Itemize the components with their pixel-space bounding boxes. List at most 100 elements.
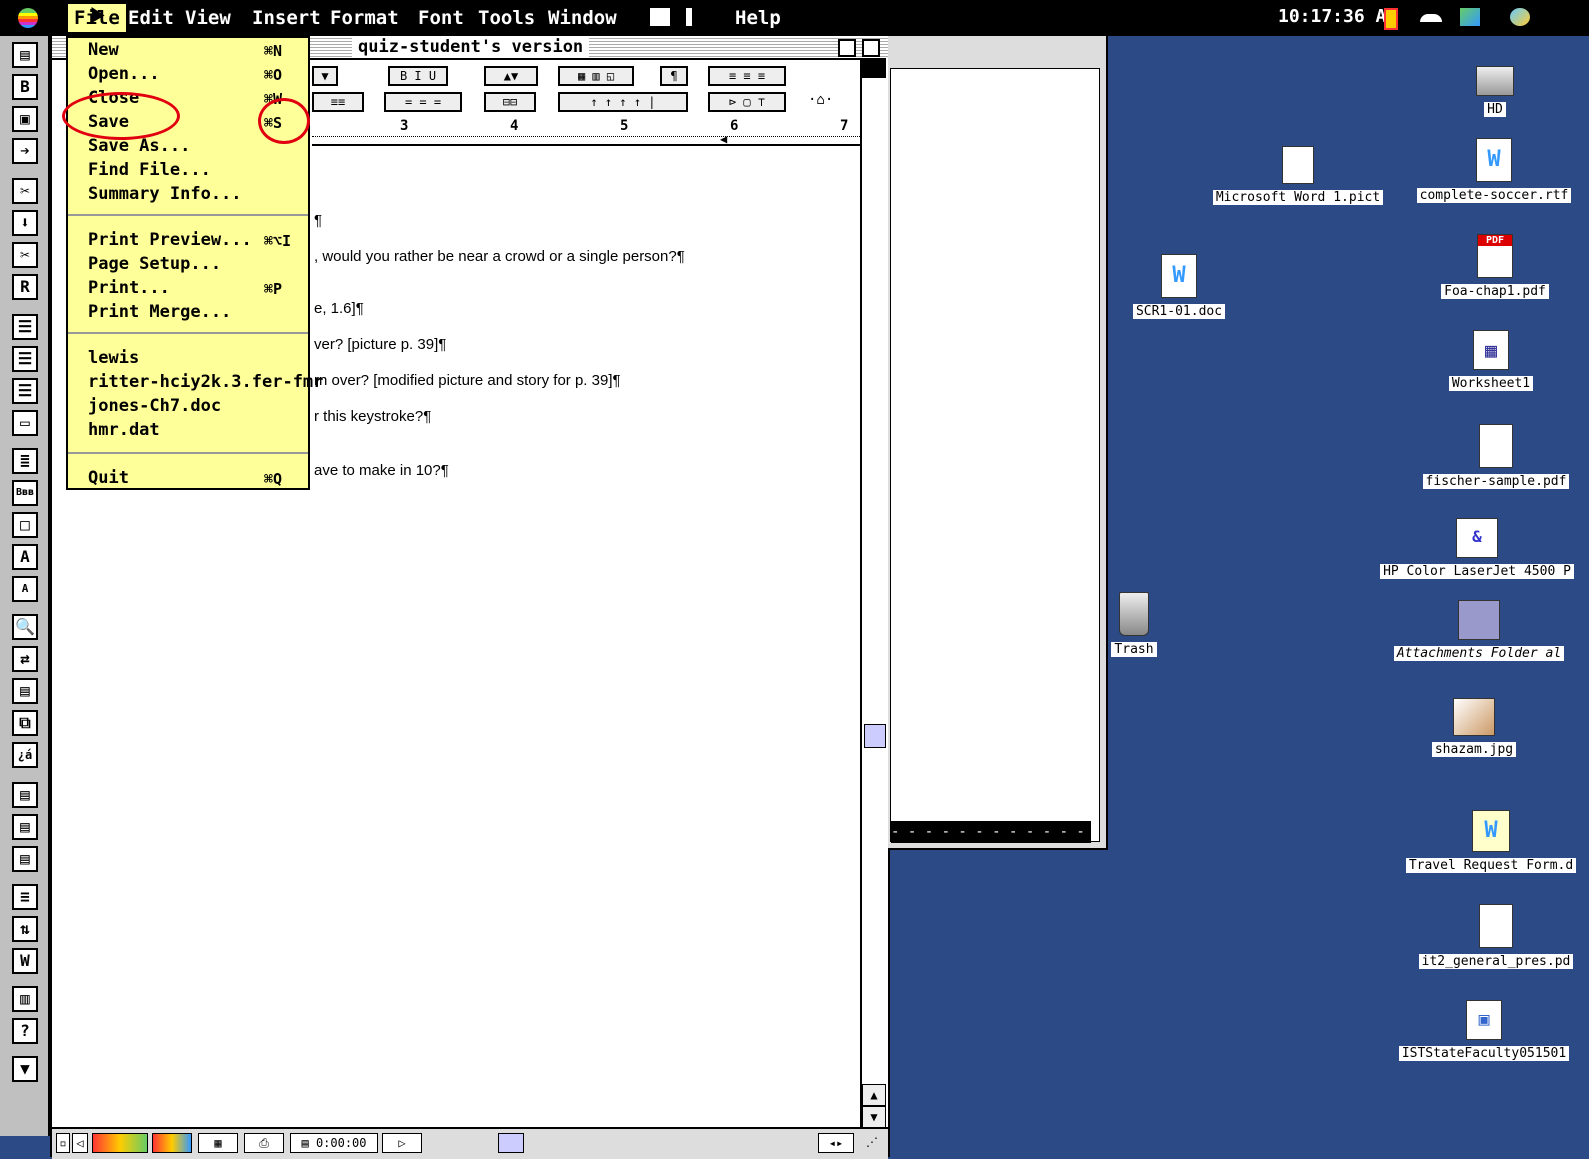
recent-file-item[interactable]: ritter-hciy2k.3.fer-fmr — [88, 372, 323, 392]
bold-tool-button[interactable]: B — [12, 74, 38, 100]
align-buttons[interactable]: ≡≡ — [312, 92, 364, 112]
show-paragraph-icon[interactable]: ¶ — [660, 66, 688, 86]
desktop-icon-travel[interactable]: W Travel Request Form.d — [1396, 810, 1586, 873]
recent-file-item[interactable]: hmr.dat — [88, 420, 160, 440]
list-icon[interactable]: ☰ — [12, 314, 38, 340]
desktop-icon-fischer[interactable]: fischer-sample.pdf — [1416, 424, 1576, 489]
frame-icon[interactable]: □ — [12, 512, 38, 538]
view-toggle-icon[interactable]: ▫ — [56, 1133, 70, 1153]
scroll-down-arrow-icon[interactable]: ▼ — [862, 1106, 886, 1128]
scripts-menu-icon[interactable] — [686, 8, 700, 26]
desktop-icon-hd[interactable]: HD — [1440, 66, 1550, 117]
field-icon[interactable]: ▭ — [12, 410, 38, 436]
elapsed-time[interactable]: ▤ 0:00:00 — [290, 1133, 378, 1153]
desktop-icon-pict[interactable]: Microsoft Word 1.pict — [1208, 146, 1388, 205]
font-smaller-button[interactable]: A — [12, 576, 38, 602]
menu-insert[interactable]: Insert — [252, 7, 321, 29]
menubar-clock[interactable]: 10:17:36 AM — [1278, 6, 1397, 27]
menu-item-new[interactable]: New — [88, 40, 119, 60]
work-menu-icon[interactable] — [650, 8, 670, 26]
ruler-toggle-icon[interactable]: ·⌂· — [808, 92, 833, 108]
menu-font[interactable]: Font — [418, 7, 464, 29]
help-button[interactable]: ? — [12, 1018, 38, 1044]
scroll-thumb[interactable] — [864, 724, 886, 748]
menu-item-quit[interactable]: Quit — [88, 468, 129, 488]
menu-item-open[interactable]: Open... — [88, 64, 160, 84]
cut-icon[interactable]: ✂ — [12, 242, 38, 268]
save-disk-icon[interactable]: ▣ — [12, 106, 38, 132]
accent-tool-button[interactable]: ¿á — [12, 742, 38, 768]
columns-buttons[interactable]: ≡ ≡ ≡ — [708, 66, 786, 86]
zoom-box-icon[interactable] — [838, 39, 856, 57]
wrap-icon[interactable]: ≣ — [12, 448, 38, 474]
font-larger-button[interactable]: A — [12, 544, 38, 570]
print-icon[interactable]: ▥ — [12, 986, 38, 1012]
desktop-icon-worksheet[interactable]: ▦ Worksheet1 — [1436, 330, 1546, 391]
menu-edit[interactable]: Edit — [128, 7, 174, 29]
horizontal-scroll-thumb[interactable] — [498, 1133, 524, 1153]
normal-view-icon[interactable]: ▤ — [12, 846, 38, 872]
desktop-icon-it2[interactable]: it2_general_pres.pd — [1406, 904, 1586, 969]
border-buttons[interactable]: ⊳ ▢ ⊤ — [708, 92, 786, 112]
battery-icon[interactable] — [1384, 8, 1398, 30]
desktop-icon-istfaculty[interactable]: ▣ ISTStateFaculty051501 — [1384, 1000, 1584, 1061]
menu-item-summary-info[interactable]: Summary Info... — [88, 184, 242, 204]
menu-item-find-file[interactable]: Find File... — [88, 160, 211, 180]
network-icon[interactable] — [1460, 8, 1480, 26]
macro-record-icon[interactable] — [92, 1133, 148, 1153]
recent-file-item[interactable]: jones-Ch7.doc — [88, 396, 221, 416]
apple-menu-icon[interactable] — [18, 8, 38, 28]
bold-italic-underline-buttons[interactable]: B I U — [388, 66, 448, 86]
font-size-arrows-icon[interactable]: ▲▼ — [484, 66, 538, 86]
outline-view-icon[interactable]: ▤ — [12, 814, 38, 840]
menu-item-print[interactable]: Print... — [88, 278, 170, 298]
recent-file-item[interactable]: lewis — [88, 348, 139, 368]
vertical-scrollbar[interactable]: ▲ ▼ — [860, 58, 888, 1128]
page-view-icon[interactable]: ▤ — [12, 782, 38, 808]
printer-icon[interactable]: ⎙ — [244, 1133, 284, 1153]
palette-more-icon[interactable]: ▼ — [12, 1056, 38, 1082]
desktop-icon-attachments[interactable]: Attachments Folder al — [1374, 600, 1584, 661]
tab-stop-buttons[interactable]: ↑ ↑ ↑ ↑ | — [558, 92, 688, 112]
ruler[interactable]: 3 4 5 6 7 ◀ — [312, 118, 888, 146]
indent-icon[interactable]: ☰ — [12, 346, 38, 372]
arrow-right-icon[interactable]: ➔ — [12, 138, 38, 164]
style-dropdown-icon[interactable]: ▼ — [312, 66, 338, 86]
collapse-box-icon[interactable] — [862, 39, 880, 57]
page-icon[interactable]: ▤ — [12, 678, 38, 704]
table-chart-buttons[interactable]: ▦ ▥ ◱ — [558, 66, 634, 86]
numbered-list-icon[interactable]: ≡ — [12, 884, 38, 910]
grid-icon[interactable]: ▦ — [198, 1133, 238, 1153]
spacing-buttons[interactable]: = = = — [384, 92, 462, 112]
background-window[interactable]: - - - - - - - - - - - - - - - - - - - - … — [888, 36, 1108, 850]
find-icon[interactable]: 🔍 — [12, 614, 38, 640]
desktop-icon-printer[interactable]: & HP Color LaserJet 4500 P — [1372, 518, 1582, 579]
word-count-icon[interactable]: W — [12, 948, 38, 974]
menu-window[interactable]: Window — [548, 7, 617, 29]
menu-format[interactable]: Format — [330, 7, 399, 29]
scissors-icon[interactable]: ✂ — [12, 178, 38, 204]
nav-left-icon[interactable]: ◁ — [72, 1133, 88, 1153]
resize-grip-icon[interactable]: ⋰ — [860, 1133, 884, 1153]
desktop-icon-scr1[interactable]: W SCR1-01.doc — [1120, 254, 1238, 319]
outdent-icon[interactable]: ☰ — [12, 378, 38, 404]
color-palette-icon[interactable] — [152, 1133, 192, 1153]
menu-item-print-preview[interactable]: Print Preview... — [88, 230, 252, 250]
replace-icon[interactable]: ⇄ — [12, 646, 38, 672]
menu-tools[interactable]: Tools — [478, 7, 535, 29]
scroll-up-arrow-icon[interactable]: ▲ — [862, 1084, 886, 1106]
revision-tool-button[interactable]: R — [12, 274, 38, 300]
menu-help[interactable]: Help — [735, 7, 781, 29]
desktop-icon-trash[interactable]: Trash — [1104, 592, 1164, 657]
desktop-icon-foa[interactable]: PDF Foa-chap1.pdf — [1430, 234, 1560, 299]
menu-item-page-setup[interactable]: Page Setup... — [88, 254, 221, 274]
application-menu-icon[interactable] — [1510, 8, 1530, 26]
styles-tool-button[interactable]: Bʙʙ — [12, 480, 38, 506]
desktop-icon-soccer[interactable]: W complete-soccer.rtf — [1416, 138, 1572, 203]
menu-item-print-merge[interactable]: Print Merge... — [88, 302, 231, 322]
document-icon[interactable]: ▤ — [12, 42, 38, 68]
status-toggle-icon[interactable]: ▷ — [382, 1133, 422, 1153]
desktop-icon-shazam[interactable]: shazam.jpg — [1424, 698, 1524, 757]
menu-view[interactable]: View — [185, 7, 231, 29]
horizontal-scroll-arrows-icon[interactable]: ◂▸ — [818, 1133, 854, 1153]
